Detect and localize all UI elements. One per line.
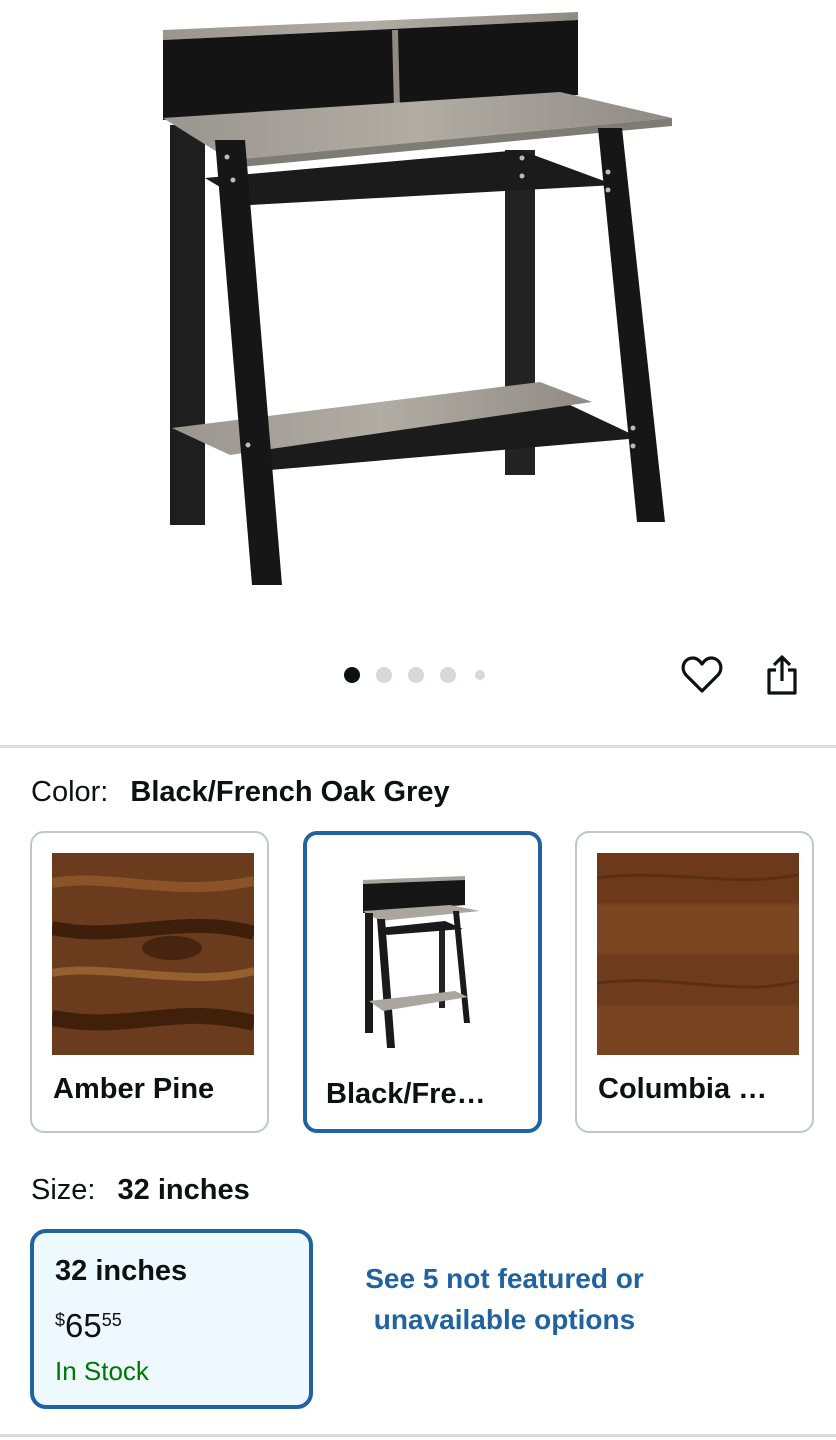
color-option-amber-pine[interactable]: Amber Pine <box>30 831 269 1133</box>
carousel-dot[interactable] <box>440 667 456 683</box>
black-french-oak-swatch-image <box>325 853 527 1055</box>
stock-status: In Stock <box>55 1356 149 1386</box>
size-label: Size: <box>31 1174 96 1206</box>
share-icon <box>764 654 800 701</box>
wishlist-button[interactable] <box>678 652 726 702</box>
section-divider <box>0 745 836 748</box>
color-option-name: Columbia … <box>598 1073 768 1105</box>
section-divider <box>0 1434 836 1437</box>
heart-icon <box>681 655 723 700</box>
share-button[interactable] <box>758 652 806 702</box>
carousel-dot[interactable] <box>475 670 485 680</box>
color-label-row: Color: Black/French Oak Grey <box>31 776 450 809</box>
price-fraction: 55 <box>101 1310 122 1330</box>
size-option-price: $6555 <box>55 1307 122 1345</box>
color-label: Color: <box>31 776 109 808</box>
amber-pine-swatch-image <box>50 853 256 1055</box>
size-option-name: 32 inches <box>55 1255 188 1287</box>
columbia-swatch-image <box>596 853 800 1055</box>
carousel-dot[interactable] <box>344 667 360 683</box>
see-unavailable-options-link[interactable]: See 5 not featured or unavailable option… <box>352 1258 657 1340</box>
color-option-black-french-oak-grey[interactable]: Black/Fre… <box>303 831 542 1133</box>
color-option-name: Black/Fre… <box>326 1078 486 1110</box>
size-selected-value: 32 inches <box>117 1174 250 1206</box>
color-option-name: Amber Pine <box>53 1073 215 1105</box>
price-whole: 65 <box>65 1307 102 1344</box>
size-option-32-inches[interactable]: 32 inches $6555 In Stock <box>30 1229 313 1409</box>
image-carousel-dots[interactable] <box>344 667 501 683</box>
product-image[interactable] <box>0 0 836 640</box>
carousel-dot[interactable] <box>376 667 392 683</box>
size-label-row: Size: 32 inches <box>31 1174 250 1207</box>
carousel-dot[interactable] <box>408 667 424 683</box>
color-selected-value: Black/French Oak Grey <box>130 776 450 808</box>
price-currency-symbol: $ <box>55 1310 66 1330</box>
color-option-columbia[interactable]: Columbia … <box>575 831 814 1133</box>
